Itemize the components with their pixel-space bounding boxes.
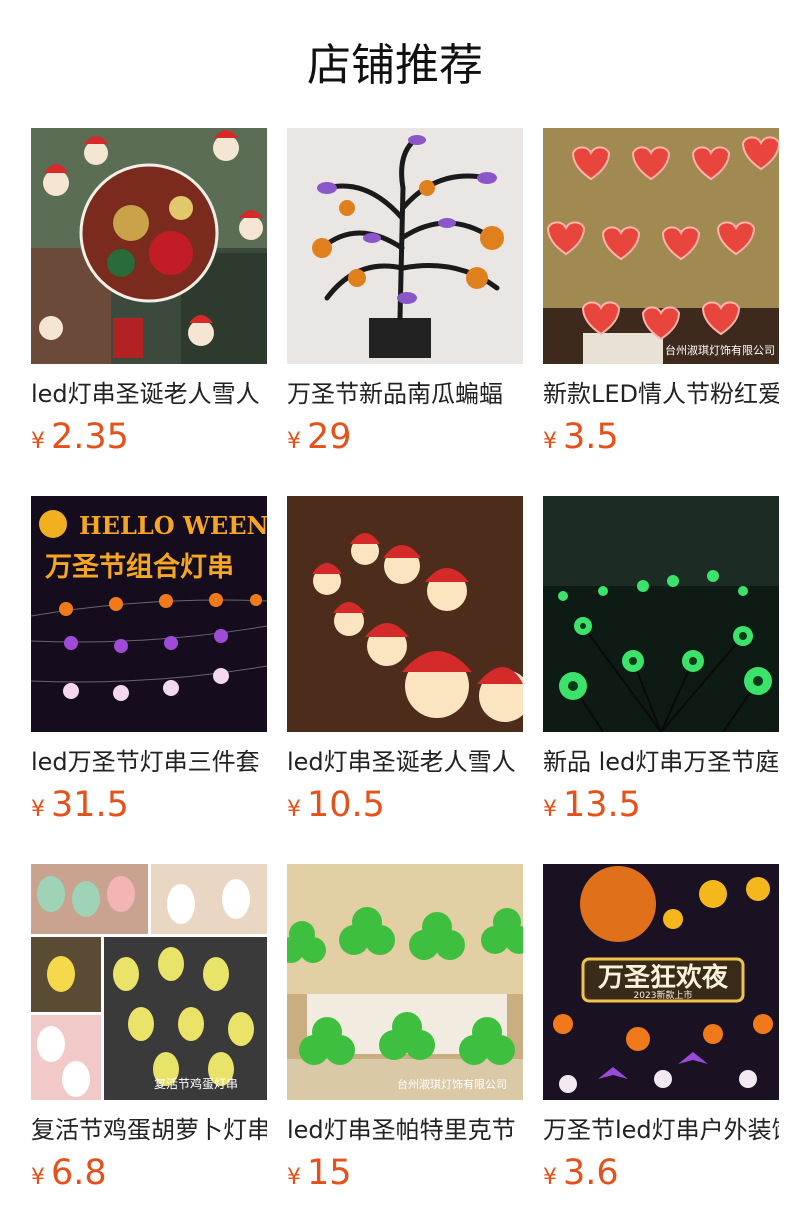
product-card[interactable]: 万圣狂欢夜 2023新款上市 万圣节led灯串户外装饰 ¥3.6 [543,864,779,1232]
product-card[interactable]: led灯串圣诞老人雪人 ¥10.5 [287,496,523,864]
product-price: ¥29 [287,417,523,457]
photo-banner-main: 万圣节组合灯串 [45,551,234,583]
price-value: 3.6 [563,1153,619,1193]
product-price: ¥3.6 [543,1153,779,1193]
product-card[interactable]: 复活节鸡蛋灯串 复活节鸡蛋胡萝卜灯串 ¥6.8 [31,864,267,1232]
product-price: ¥15 [287,1153,523,1193]
product-name[interactable]: 万圣节led灯串户外装饰 [543,1113,779,1147]
currency-symbol: ¥ [287,429,301,454]
product-card[interactable]: 台州淑琪灯饰有限公司 led灯串圣帕特里克节 ¥15 [287,864,523,1232]
santa-head-lights-photo[interactable] [287,496,523,732]
product-name[interactable]: 复活节鸡蛋胡萝卜灯串 [31,1113,267,1147]
product-price: ¥10.5 [287,785,523,825]
product-price: ¥6.8 [31,1153,267,1193]
product-card[interactable]: HELLO WEEN 万圣节组合灯串 led万圣节灯串三件套 ¥31.5 [31,496,267,864]
price-value: 29 [307,417,352,457]
product-name[interactable]: 新款LED情人节粉红爱心 [543,377,779,411]
currency-symbol: ¥ [543,797,557,822]
heart-lights-photo[interactable]: 台州淑琪灯饰有限公司 [543,128,779,364]
price-value: 3.5 [563,417,619,457]
price-value: 31.5 [51,785,129,825]
easter-egg-lights-photo[interactable]: 复活节鸡蛋灯串 [31,864,267,1100]
price-value: 13.5 [563,785,641,825]
product-name[interactable]: 新品 led灯串万圣节庭院 [543,745,779,779]
product-card[interactable]: 新品 led灯串万圣节庭院 ¥13.5 [543,496,779,864]
product-name[interactable]: 万圣节新品南瓜蝙蝠 [287,377,523,411]
eyeball-garden-lights-photo[interactable] [543,496,779,732]
photo-banner-main: 万圣狂欢夜 [598,962,729,993]
currency-symbol: ¥ [543,1165,557,1190]
halloween-tree-lights-photo[interactable] [287,128,523,364]
currency-symbol: ¥ [287,797,301,822]
currency-symbol: ¥ [31,797,45,822]
currency-symbol: ¥ [31,429,45,454]
product-name[interactable]: led灯串圣诞老人雪人 [31,377,267,411]
page-title: 店铺推荐 [307,40,483,91]
product-price: ¥3.5 [543,417,779,457]
product-price: ¥31.5 [31,785,267,825]
halloween-carnival-lights-photo[interactable]: 万圣狂欢夜 2023新款上市 [543,864,779,1100]
product-price: ¥2.35 [31,417,267,457]
product-name[interactable]: led万圣节灯串三件套 [31,745,267,779]
price-value: 10.5 [307,785,385,825]
photo-watermark: 复活节鸡蛋灯串 [154,1076,238,1091]
photo-watermark: 台州淑琪灯饰有限公司 [397,1077,507,1091]
price-value: 2.35 [51,417,129,457]
product-name[interactable]: led灯串圣帕特里克节 [287,1113,523,1147]
currency-symbol: ¥ [31,1165,45,1190]
shamrock-lights-photo[interactable]: 台州淑琪灯饰有限公司 [287,864,523,1100]
price-value: 15 [307,1153,352,1193]
price-value: 6.8 [51,1153,107,1193]
product-card[interactable]: 台州淑琪灯饰有限公司 新款LED情人节粉红爱心 ¥3.5 [543,128,779,496]
product-card[interactable]: led灯串圣诞老人雪人 ¥2.35 [31,128,267,496]
product-name[interactable]: led灯串圣诞老人雪人 [287,745,523,779]
product-grid: led灯串圣诞老人雪人 ¥2.35 万圣节新品南瓜蝙蝠 ¥ 29 台州淑琪灯饰有… [31,128,779,1232]
currency-symbol: ¥ [543,429,557,454]
christmas-santa-lights-photo[interactable] [31,128,267,364]
product-price: ¥13.5 [543,785,779,825]
photo-banner-sub: 2023新款上市 [634,989,693,1001]
photo-banner-top: HELLO WEEN [79,511,267,540]
currency-symbol: ¥ [287,1165,301,1190]
halloween-combo-lights-photo[interactable]: HELLO WEEN 万圣节组合灯串 [31,496,267,732]
photo-watermark: 台州淑琪灯饰有限公司 [665,343,775,357]
product-card[interactable]: 万圣节新品南瓜蝙蝠 ¥29 [287,128,523,496]
